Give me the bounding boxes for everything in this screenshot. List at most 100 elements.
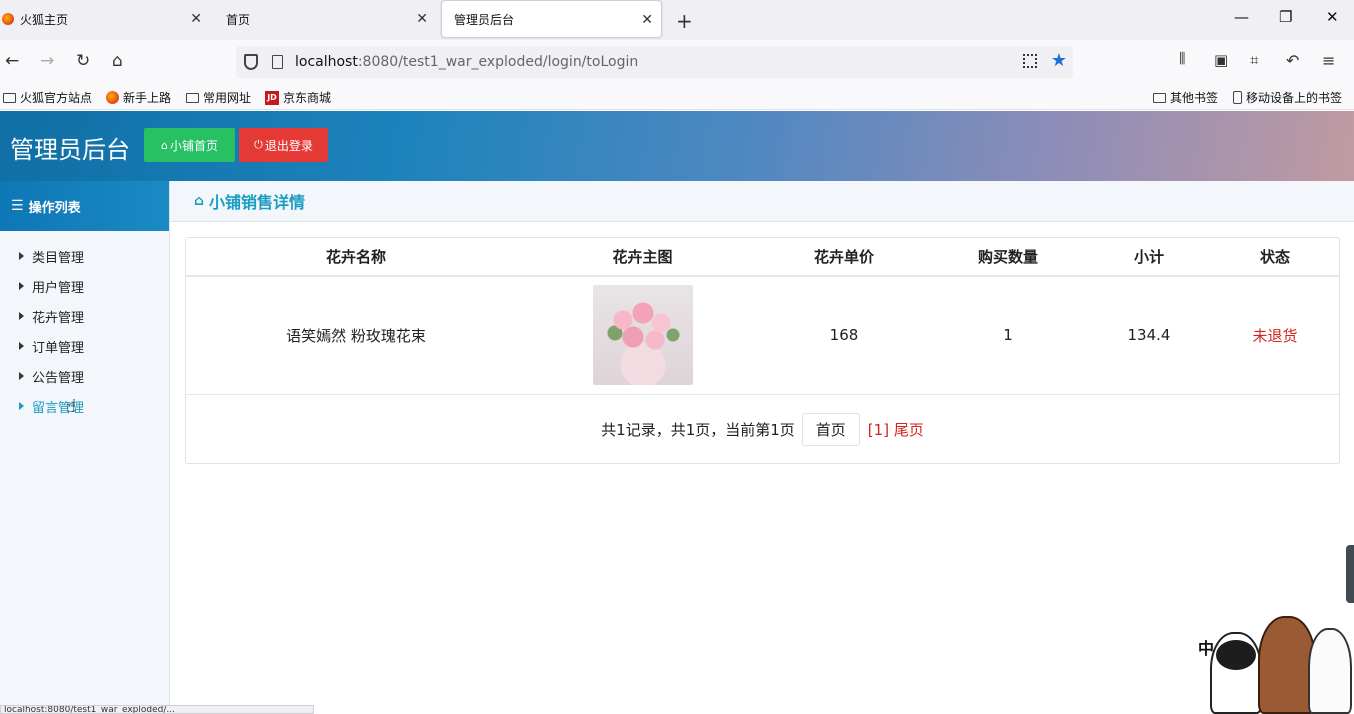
pagination-summary: 共1记录，共1页，当前第1页: [601, 420, 795, 439]
restore-icon[interactable]: ❐: [1279, 8, 1292, 26]
new-tab-icon[interactable]: +: [676, 9, 693, 33]
phone-icon: [1233, 91, 1242, 104]
pagination: 共1记录，共1页，当前第1页 首页 [1] 尾页: [186, 395, 1339, 464]
panda-bear-figure: [1210, 632, 1262, 714]
bookmark-jd[interactable]: JD 京东商城: [265, 89, 331, 106]
address-bar[interactable]: localhost:8080/test1_war_exploded/login/…: [236, 46, 1073, 78]
sidebar-toggle-icon[interactable]: ▣: [1214, 51, 1228, 69]
cell-subtotal: 134.4: [1087, 276, 1211, 395]
close-window-icon[interactable]: ✕: [1326, 8, 1339, 26]
page-info-icon[interactable]: [272, 55, 283, 69]
qr-code-icon[interactable]: [1023, 54, 1037, 68]
tab-label: 首页: [226, 12, 251, 27]
close-tab-icon[interactable]: ✕: [190, 11, 202, 27]
column-header-price: 花卉单价: [759, 238, 929, 277]
folder-icon: [3, 92, 16, 103]
cell-price: 168: [759, 276, 929, 395]
url-text[interactable]: localhost:8080/test1_war_exploded/login/…: [295, 54, 638, 70]
white-bear-figure: [1308, 628, 1352, 714]
menu-hamburger-icon[interactable]: ≡: [1322, 51, 1335, 70]
sidebar-header: ☰ 操作列表: [0, 181, 169, 231]
bookmarks-toolbar: 火狐官方站点 新手上路 常用网址 JD 京东商城 其他书签 移动设备上的书签: [0, 84, 1354, 110]
shield-icon[interactable]: [244, 54, 258, 70]
tab-home[interactable]: 首页 ✕: [216, 0, 436, 38]
caret-right-icon: [19, 282, 24, 290]
caret-right-icon: [19, 342, 24, 350]
sales-table: 花卉名称 花卉主图 花卉单价 购买数量 小计 状态 语笑嫣然 粉玫瑰花束 168…: [186, 238, 1339, 395]
sidebar-item-orders[interactable]: 订单管理: [0, 331, 169, 361]
undo-arrow-icon[interactable]: ↶: [1286, 51, 1299, 70]
sidebar-title: 操作列表: [28, 200, 81, 216]
url-host: localhost: [295, 54, 358, 70]
jd-logo-icon: JD: [265, 90, 279, 105]
logout-label: 退出登录: [264, 138, 313, 153]
list-icon: ☰: [11, 198, 24, 214]
shop-home-button[interactable]: ⌂ 小铺首页: [144, 128, 235, 162]
sidebar-item-users[interactable]: 用户管理: [0, 271, 169, 301]
url-path: :8080/test1_war_exploded/login/toLogin: [357, 54, 639, 70]
bookmark-firefox-site[interactable]: 火狐官方站点: [3, 89, 92, 106]
bookmark-mobile[interactable]: 移动设备上的书签: [1233, 89, 1342, 106]
home-icon[interactable]: ⌂: [112, 51, 123, 71]
column-header-name: 花卉名称: [186, 238, 526, 277]
logout-button[interactable]: ⏻ 退出登录: [239, 128, 328, 162]
tab-label: 火狐主页: [20, 12, 69, 27]
sidebar-item-label: 类目管理: [32, 250, 85, 266]
tab-firefox-home[interactable]: 火狐主页 ✕: [0, 0, 210, 38]
app-header: 管理员后台 ⌂ 小铺首页 ⏻ 退出登录: [0, 111, 1354, 181]
bookmark-other[interactable]: 其他书签: [1153, 89, 1218, 106]
caret-right-icon: [19, 372, 24, 380]
close-tab-icon[interactable]: ✕: [641, 12, 653, 28]
breadcrumb: ⌂ 小铺销售详情: [170, 181, 1354, 222]
cell-flower-name: 语笑嫣然 粉玫瑰花束: [186, 276, 526, 395]
firefox-icon: [2, 13, 14, 25]
main-content: ⌂ 小铺销售详情 花卉名称 花卉主图 花卉单价 购买数量 小计 状态 语笑嫣然 …: [170, 181, 1354, 714]
sidebar-menu: 类目管理 用户管理 花卉管理 订单管理 公告管理 留言管理: [0, 231, 169, 421]
bookmark-label: 其他书签: [1170, 91, 1219, 105]
back-icon[interactable]: ←: [5, 51, 19, 71]
bookmark-label: 火狐官方站点: [20, 91, 93, 105]
page-links[interactable]: [1] 尾页: [868, 419, 924, 440]
hand-cursor-icon: ☝: [66, 396, 77, 417]
sidebar-item-category[interactable]: 类目管理: [0, 241, 169, 271]
library-icon[interactable]: ⫼: [1179, 51, 1185, 67]
screenshot-crop-icon[interactable]: ⌗: [1250, 51, 1258, 69]
sidebar-item-messages[interactable]: 留言管理: [0, 391, 169, 421]
folder-icon: [186, 92, 199, 103]
table-header-row: 花卉名称 花卉主图 花卉单价 购买数量 小计 状态: [186, 238, 1339, 277]
sidebar: ☰ 操作列表 类目管理 用户管理 花卉管理 订单管理 公告管理 留言管理: [0, 181, 170, 714]
bookmark-common-sites[interactable]: 常用网址: [186, 89, 251, 106]
home-icon: ⌂: [161, 138, 168, 152]
caret-right-icon: [19, 252, 24, 260]
bookmark-getting-started[interactable]: 新手上路: [106, 89, 171, 106]
forward-icon[interactable]: →: [40, 51, 54, 71]
column-header-image: 花卉主图: [526, 238, 759, 277]
bookmark-label: 常用网址: [203, 91, 252, 105]
navigation-toolbar: ← → ↻ ⌂ localhost:8080/test1_war_explode…: [0, 40, 1354, 84]
sales-detail-panel: 花卉名称 花卉主图 花卉单价 购买数量 小计 状态 语笑嫣然 粉玫瑰花束 168…: [185, 237, 1340, 464]
power-icon: ⏻: [254, 138, 263, 151]
reload-icon[interactable]: ↻: [76, 51, 90, 71]
column-header-quantity: 购买数量: [929, 238, 1087, 277]
link-status-bar: localhost:8080/test1_war_exploded/...: [0, 705, 314, 714]
home-icon: ⌂: [194, 193, 205, 209]
shop-home-label: 小铺首页: [169, 138, 218, 153]
sidebar-item-label: 订单管理: [32, 340, 85, 356]
tab-admin-active[interactable]: 管理员后台 ✕: [441, 0, 662, 38]
side-scroll-handle[interactable]: [1346, 545, 1354, 603]
close-tab-icon[interactable]: ✕: [416, 11, 428, 27]
cell-status: 未退货: [1211, 276, 1339, 395]
sidebar-item-notices[interactable]: 公告管理: [0, 361, 169, 391]
sidebar-item-flowers[interactable]: 花卉管理: [0, 301, 169, 331]
bookmark-label: 移动设备上的书签: [1246, 91, 1343, 105]
first-page-button[interactable]: 首页: [801, 412, 860, 446]
bookmark-star-icon[interactable]: ★: [1051, 50, 1067, 71]
caret-right-icon: [19, 402, 24, 410]
sidebar-item-label: 公告管理: [32, 370, 85, 386]
minimize-icon[interactable]: —: [1234, 8, 1249, 26]
sidebar-item-label: 花卉管理: [32, 310, 85, 326]
app-title: 管理员后台: [10, 136, 130, 164]
flower-bouquet-image: [592, 285, 693, 386]
firefox-icon: [106, 91, 119, 104]
column-header-subtotal: 小计: [1087, 238, 1211, 277]
